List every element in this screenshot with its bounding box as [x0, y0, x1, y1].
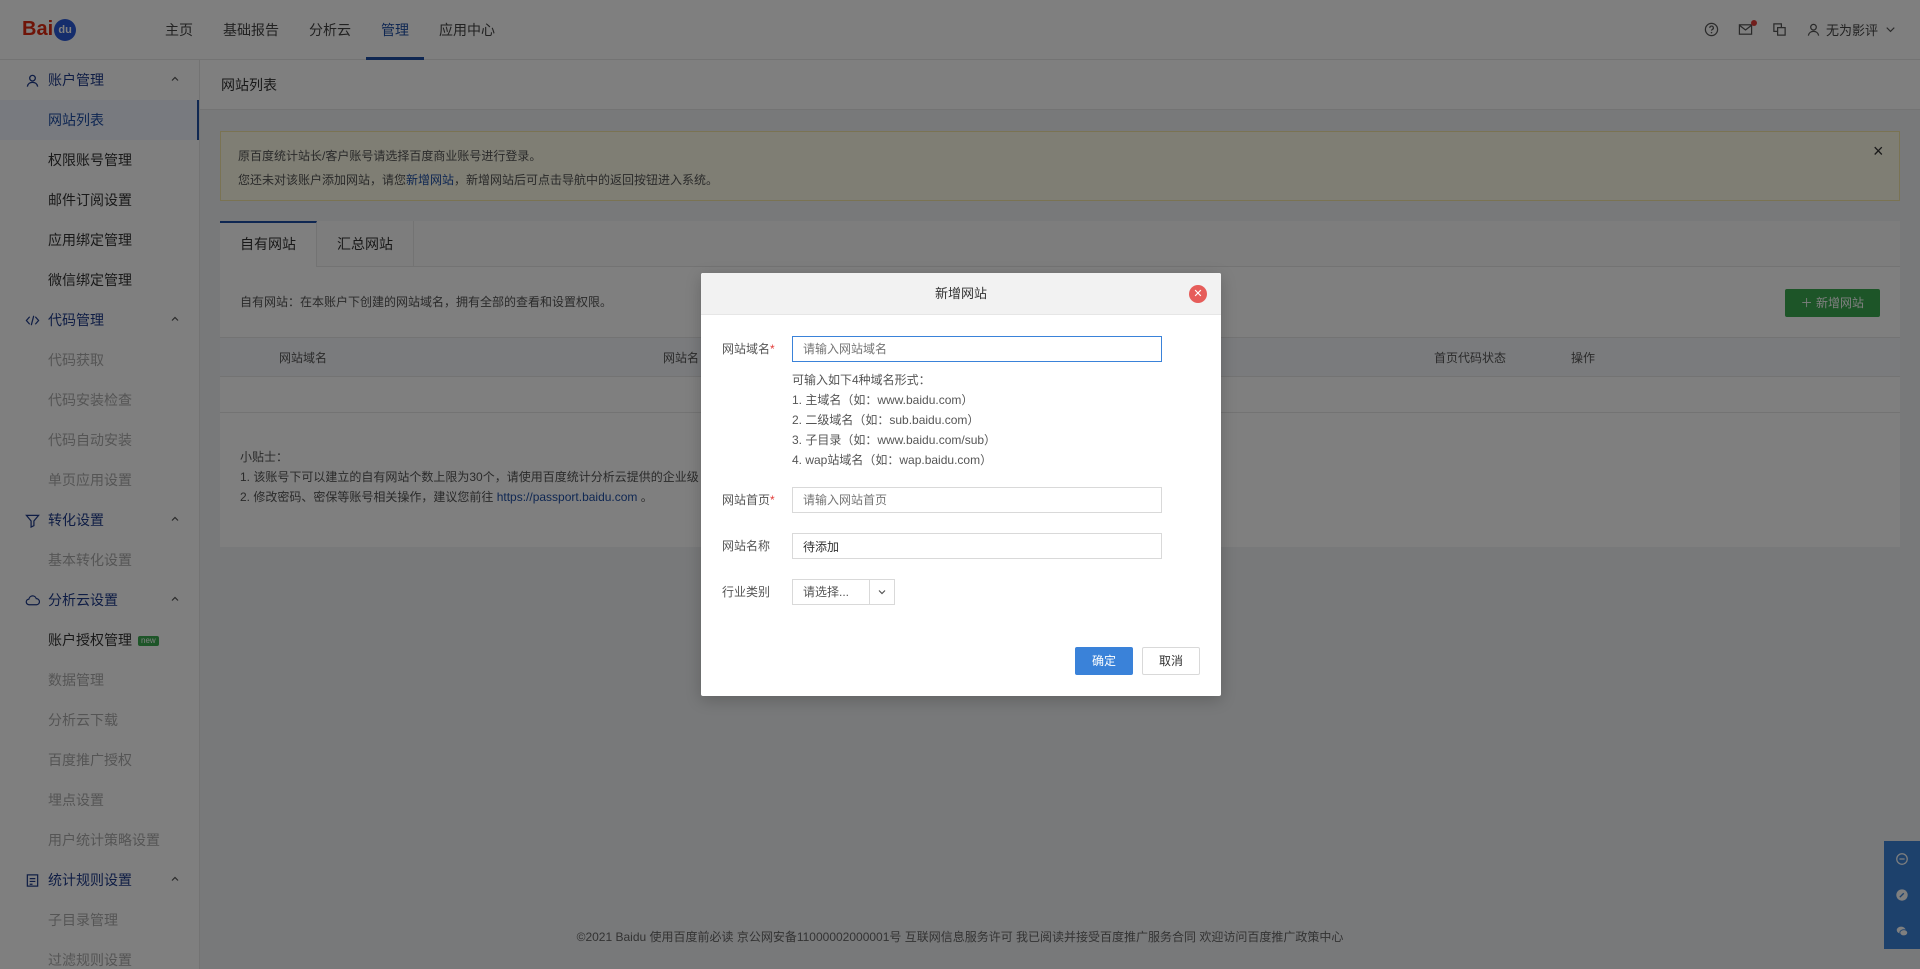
- domain-row: 网站域名*: [722, 336, 1221, 362]
- dialog-actions: 确定 取消: [1074, 647, 1200, 675]
- homepage-input[interactable]: [792, 487, 1162, 513]
- add-site-dialog: 新增网站 ✕ 网站域名* 可输入如下4种域名形式： 1. 主域名（如：www.b…: [701, 273, 1221, 696]
- add-site-form: 网站域名* 可输入如下4种域名形式： 1. 主域名（如：www.baidu.co…: [701, 315, 1221, 605]
- site-name-input[interactable]: [792, 533, 1162, 559]
- domain-input[interactable]: [792, 336, 1162, 362]
- close-icon[interactable]: ✕: [1189, 285, 1207, 303]
- industry-row: 行业类别 请选择...: [722, 579, 1221, 605]
- chevron-down-icon: [869, 580, 894, 604]
- site-name-row: 网站名称: [722, 533, 1221, 559]
- industry-select[interactable]: 请选择...: [792, 579, 895, 605]
- dialog-header: 新增网站 ✕: [701, 273, 1221, 315]
- homepage-row: 网站首页*: [722, 487, 1221, 513]
- domain-hints: 可输入如下4种域名形式： 1. 主域名（如：www.baidu.com） 2. …: [792, 373, 997, 467]
- cancel-button[interactable]: 取消: [1141, 647, 1200, 675]
- dialog-title: 新增网站: [934, 286, 987, 301]
- confirm-button[interactable]: 确定: [1074, 647, 1133, 675]
